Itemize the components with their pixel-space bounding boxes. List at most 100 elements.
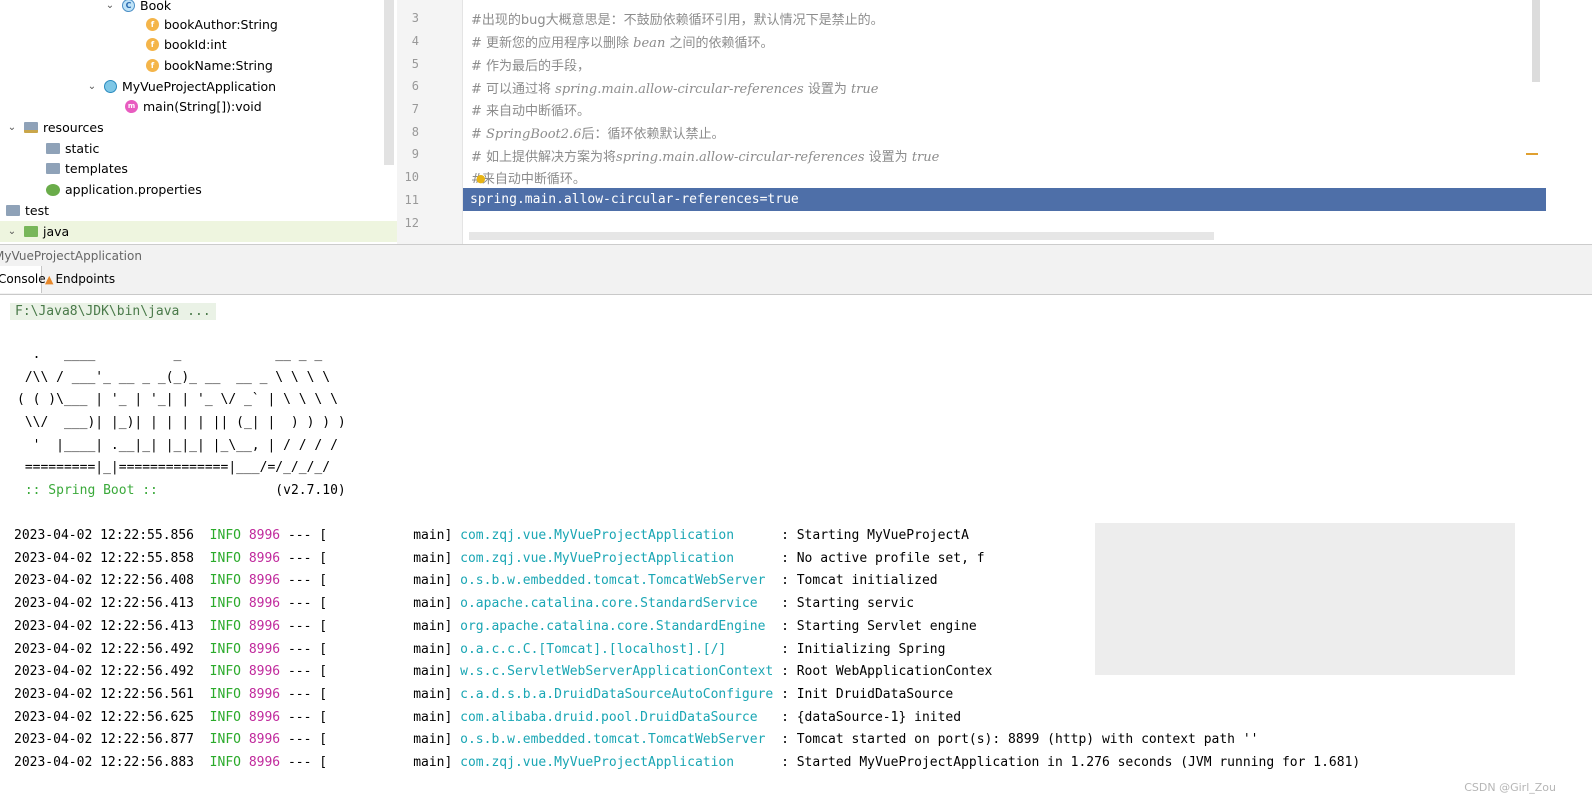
lightbulb-icon[interactable]: ● (476, 172, 486, 185)
log-level: INFO (209, 686, 249, 702)
folder-icon (6, 205, 20, 216)
log-logger: o.a.c.c.C.[Tomcat].[localhost].[/] (460, 641, 782, 657)
tree-item-label: MyVueProjectApplication (122, 79, 277, 94)
log-msg: : Tomcat started on port(s): 8899 (http)… (781, 732, 1259, 748)
resources-folder-icon (24, 122, 38, 133)
expand-chevron-icon[interactable]: ⌄ (6, 117, 18, 138)
log-ts: 2023-04-02 12:22:56.492 (14, 664, 210, 680)
log-logger: o.s.b.w.embedded.tomcat.TomcatWebServer (460, 732, 782, 748)
code-line-8: # SpringBoot2.6后：循环依赖默认禁止。 (471, 127, 725, 142)
line-number: 11 (404, 193, 419, 207)
line-number: 10 (404, 170, 419, 184)
tree-item-label: resources (43, 120, 104, 135)
expand-chevron-icon[interactable]: ⌄ (104, 0, 116, 16)
log-pid: 8996 (248, 664, 288, 680)
watermark: CSDN @Girl_Zou (1464, 781, 1556, 794)
spring-banner-line: /\\ / ___'_ __ _ _(_)_ __ __ _ \ \ \ \ (17, 370, 331, 385)
properties-file-icon (46, 183, 60, 196)
log-ts: 2023-04-02 12:22:56.492 (14, 641, 210, 657)
log-row: 2023-04-02 12:22:56.408 INFO 8996 --- [ … (14, 573, 938, 588)
log-logger: com.zqj.vue.MyVueProjectApplication (460, 550, 782, 566)
code-editor[interactable]: #出现的bug大概意思是：不鼓励依赖循环引用，默认情况下是禁止的。 # 更新您的… (463, 0, 1592, 244)
log-pid: 8996 (248, 641, 288, 657)
expand-chevron-icon[interactable]: ⌄ (6, 221, 18, 242)
line-number: 9 (411, 147, 419, 161)
log-ts: 2023-04-02 12:22:56.625 (14, 709, 210, 725)
editor-vertical-scrollbar[interactable] (1532, 0, 1540, 82)
log-thread: main] (413, 709, 461, 725)
log-msg: : Starting MyVueProjectA (781, 528, 969, 543)
log-msg: : {dataSource-1} inited (781, 709, 962, 725)
log-pid: 8996 (248, 528, 288, 543)
tree-item-test[interactable]: test (6, 200, 49, 221)
code-line-5: # 作为最后的手段， (471, 59, 591, 74)
log-thread: main] (413, 755, 461, 770)
tree-scrollbar[interactable] (384, 0, 394, 165)
tree-item-bookname[interactable]: f bookName:String (146, 55, 273, 76)
log-msg: : Init DruidDataSource (781, 686, 954, 702)
tree-item-bookauthor[interactable]: f bookAuthor:String (146, 14, 278, 35)
log-pid: 8996 (248, 596, 288, 612)
log-sep: --- [ (287, 573, 414, 589)
log-msg: : Tomcat initialized (781, 573, 938, 589)
spring-banner-line: ( ( )\___ | '_ | '_| | '_ \/ _` | \ \ \ … (17, 392, 338, 407)
editor-gutter: 3 4 5 6 7 8 9 10 11 12 (397, 0, 463, 244)
log-level: INFO (209, 664, 249, 680)
run-panel-tabs: Console ▲ Endpoints (0, 266, 1592, 295)
tree-item-label: test (25, 203, 50, 218)
spring-boot-version: :: Spring Boot :: (v2.7.10) (17, 483, 346, 498)
run-command: F:\Java8\JDK\bin\java ... (10, 303, 216, 320)
tree-item-label: main(String[]):void (143, 99, 262, 114)
tree-item-resources[interactable]: ⌄ resources (6, 117, 104, 138)
log-ts: 2023-04-02 12:22:55.858 (14, 550, 210, 566)
line-number: 8 (411, 125, 419, 139)
log-ts: 2023-04-02 12:22:56.408 (14, 573, 210, 589)
console-output[interactable]: F:\Java8\JDK\bin\java ... . ____ _ __ _ … (0, 295, 1592, 796)
log-sep: --- [ (287, 596, 414, 612)
log-pid: 8996 (248, 755, 288, 770)
log-sep: --- [ (287, 755, 414, 770)
editor-horizontal-scrollbar[interactable] (469, 232, 1214, 240)
log-msg: : Initializing Spring (781, 641, 946, 657)
log-logger: com.zqj.vue.MyVueProjectApplication (460, 528, 782, 543)
log-row: 2023-04-02 12:22:56.413 INFO 8996 --- [ … (14, 596, 914, 611)
log-thread: main] (413, 618, 461, 634)
tree-item-label: bookAuthor:String (164, 17, 278, 32)
log-pid: 8996 (248, 709, 288, 725)
project-tree: ⌄ C Book f bookAuthor:String f bookId:in… (0, 0, 397, 244)
log-row: 2023-04-02 12:22:55.856 INFO 8996 --- [ … (14, 528, 969, 543)
log-msg: : Starting servic (781, 596, 915, 612)
field-icon: f (146, 18, 159, 31)
log-logger: o.s.b.w.embedded.tomcat.TomcatWebServer (460, 573, 782, 589)
log-msg: : Started MyVueProjectApplication in 1.2… (781, 755, 1361, 770)
log-ts: 2023-04-02 12:22:56.413 (14, 596, 210, 612)
expand-chevron-icon[interactable]: ⌄ (86, 76, 98, 97)
tab-endpoints[interactable]: ▲ Endpoints (45, 266, 123, 293)
line-number: 5 (411, 57, 419, 71)
tree-item-bookid[interactable]: f bookId:int (146, 34, 227, 55)
tab-console[interactable]: Console (0, 266, 46, 293)
tree-item-static[interactable]: static (46, 138, 99, 159)
line-number: 3 (411, 11, 419, 25)
log-level: INFO (209, 528, 249, 543)
log-thread: main] (413, 641, 461, 657)
log-pid: 8996 (248, 686, 288, 702)
log-level: INFO (209, 755, 249, 770)
warning-marker[interactable] (1526, 153, 1538, 155)
code-line-6: # 可以通过将 spring.main.allow-circular-refer… (471, 82, 879, 97)
log-ts: 2023-04-02 12:22:56.877 (14, 732, 210, 748)
redacted-region (1095, 523, 1515, 675)
log-pid: 8996 (248, 550, 288, 566)
log-logger: org.apache.catalina.core.StandardEngine (460, 618, 782, 634)
tree-item-label: bookId:int (164, 37, 227, 52)
log-msg: : No active profile set, f (781, 550, 985, 566)
tree-item-myvueprojectapplication[interactable]: ⌄ MyVueProjectApplication (86, 76, 276, 97)
tree-item-main-method[interactable]: m main(String[]):void (125, 96, 262, 117)
log-row: 2023-04-02 12:22:56.492 INFO 8996 --- [ … (14, 642, 945, 657)
log-sep: --- [ (287, 528, 414, 543)
tree-item-templates[interactable]: templates (46, 158, 128, 179)
tree-item-java[interactable]: ⌄ java (0, 221, 397, 242)
tree-item-application-properties[interactable]: application.properties (46, 179, 202, 200)
log-sep: --- [ (287, 550, 414, 566)
log-ts: 2023-04-02 12:22:55.856 (14, 528, 210, 543)
